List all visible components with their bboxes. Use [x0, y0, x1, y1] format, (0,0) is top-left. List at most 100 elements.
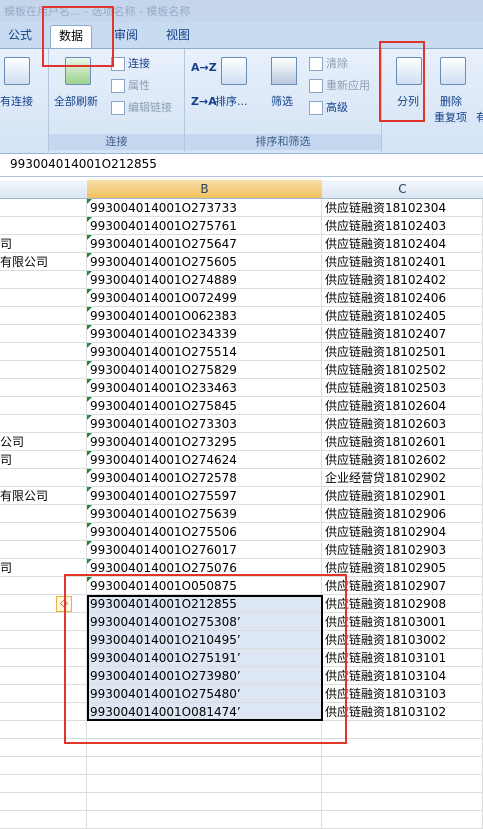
cell-c[interactable]: 供应链融资18102901 [322, 487, 483, 505]
cell-c[interactable]: 供应链融资18102604 [322, 397, 483, 415]
cell-b[interactable]: 993004014001O275597 [87, 487, 322, 505]
column-header-a[interactable] [0, 180, 88, 199]
cell-b[interactable]: 993004014001O272578 [87, 469, 322, 487]
cell-c[interactable]: 供应链融资18102501 [322, 343, 483, 361]
cell-a[interactable] [0, 397, 87, 415]
properties-button[interactable]: 属性 [111, 77, 150, 93]
cell-a[interactable] [0, 523, 87, 541]
sort-asc-button[interactable]: A→Z [191, 61, 217, 74]
cell-b[interactable]: 993004014001O275845 [87, 397, 322, 415]
cell-b[interactable]: 993004014001O274624 [87, 451, 322, 469]
cell-b[interactable]: 993004014001O275639 [87, 505, 322, 523]
empty-cell[interactable] [0, 757, 87, 775]
cell-c[interactable]: 供应链融资18102503 [322, 379, 483, 397]
cell-a[interactable] [0, 541, 87, 559]
cell-c[interactable]: 供应链融资18102407 [322, 325, 483, 343]
cell-a[interactable] [0, 217, 87, 235]
cell-b[interactable]: 993004014001O275514 [87, 343, 322, 361]
cell-b[interactable]: 993004014001O062383 [87, 307, 322, 325]
refresh-all-button[interactable]: 全部刷新 [54, 93, 98, 109]
cell-c[interactable]: 供应链融资18102601 [322, 433, 483, 451]
cell-a[interactable] [0, 325, 87, 343]
empty-cell[interactable] [87, 811, 322, 829]
cell-a[interactable] [0, 415, 87, 433]
empty-cell[interactable] [0, 775, 87, 793]
empty-cell[interactable] [87, 757, 322, 775]
clear-button[interactable]: 清除 [309, 55, 348, 71]
cell-b[interactable]: 993004014001O072499 [87, 289, 322, 307]
cell-a[interactable]: 司 [0, 235, 87, 253]
sort-desc-button[interactable]: Z→A [191, 95, 217, 108]
cell-a[interactable]: 公司 [0, 433, 87, 451]
cell-b[interactable]: 993004014001O273303 [87, 415, 322, 433]
empty-cell[interactable] [322, 775, 483, 793]
advanced-button[interactable]: 高级 [309, 99, 348, 115]
cell-b[interactable]: 993004014001O274889 [87, 271, 322, 289]
tab-view[interactable]: 视图 [158, 25, 198, 47]
cell-b[interactable]: 993004014001O275829 [87, 361, 322, 379]
cell-a[interactable] [0, 505, 87, 523]
empty-cell[interactable] [322, 811, 483, 829]
empty-cell[interactable] [87, 775, 322, 793]
cell-a[interactable] [0, 379, 87, 397]
cell-c[interactable]: 供应链融资18102904 [322, 523, 483, 541]
cell-c[interactable]: 供应链融资18102402 [322, 271, 483, 289]
formula-value: 993004014001O212855 [10, 157, 157, 171]
cell-c[interactable]: 供应链融资18102406 [322, 289, 483, 307]
cell-a[interactable] [0, 343, 87, 361]
cell-c[interactable]: 供应链融资18102906 [322, 505, 483, 523]
cell-c[interactable]: 供应链融资18102401 [322, 253, 483, 271]
cell-c[interactable]: 供应链融资18102502 [322, 361, 483, 379]
edit-links-button[interactable]: 编辑链接 [111, 99, 172, 115]
sort-button[interactable]: 排序... [215, 93, 248, 109]
empty-cell[interactable] [0, 811, 87, 829]
cell-a[interactable] [0, 289, 87, 307]
properties-icon [111, 79, 125, 93]
empty-cell[interactable] [322, 793, 483, 811]
cell-b[interactable]: 993004014001O233463 [87, 379, 322, 397]
cell-a[interactable]: 司 [0, 451, 87, 469]
cell-a[interactable] [0, 271, 87, 289]
cell-a[interactable]: 有限公司 [0, 487, 87, 505]
reapply-button[interactable]: 重新应用 [309, 77, 370, 93]
number-as-text-marker-icon [87, 523, 92, 528]
cell-b[interactable]: 993004014001O276017 [87, 541, 322, 559]
cell-a[interactable]: 有限公司 [0, 253, 87, 271]
cell-b[interactable]: 993004014001O275761 [87, 217, 322, 235]
number-as-text-marker-icon [87, 199, 92, 204]
clear-label: 清除 [326, 57, 348, 70]
cell-c[interactable]: 供应链融资18102304 [322, 199, 483, 217]
cell-b[interactable]: 993004014001O273733 [87, 199, 322, 217]
empty-cell[interactable] [0, 793, 87, 811]
remove-duplicates-button[interactable]: 删除 [440, 93, 462, 109]
number-as-text-marker-icon [87, 217, 92, 222]
empty-cell[interactable] [87, 793, 322, 811]
cell-c[interactable]: 供应链融资18102602 [322, 451, 483, 469]
cell-c[interactable]: 供应链融资18102903 [322, 541, 483, 559]
cell-a[interactable] [0, 469, 87, 487]
number-as-text-marker-icon [87, 379, 92, 384]
number-as-text-marker-icon [87, 469, 92, 474]
formula-bar[interactable]: 993004014001O212855 [0, 154, 483, 177]
cell-a[interactable] [0, 199, 87, 217]
cell-c[interactable]: 供应链融资18102404 [322, 235, 483, 253]
cell-c[interactable]: 供应链融资18102403 [322, 217, 483, 235]
cell-c[interactable]: 供应链融资18102405 [322, 307, 483, 325]
cell-c[interactable]: 供应链融资18102603 [322, 415, 483, 433]
cell-c[interactable]: 企业经营贷18102902 [322, 469, 483, 487]
cell-b[interactable]: 993004014001O275647 [87, 235, 322, 253]
cell-b[interactable]: 993004014001O234339 [87, 325, 322, 343]
column-header-c[interactable]: C [322, 180, 483, 199]
empty-cell[interactable] [322, 757, 483, 775]
filter-button[interactable]: 筛选 [271, 93, 293, 109]
cell-b[interactable]: 993004014001O275506 [87, 523, 322, 541]
column-header-b[interactable]: B [87, 180, 323, 199]
cell-a[interactable] [0, 307, 87, 325]
cell-a[interactable] [0, 361, 87, 379]
more-label: 有 [476, 111, 483, 124]
cell-b[interactable]: 993004014001O273295 [87, 433, 322, 451]
existing-connections-button[interactable]: 有连接 [0, 93, 33, 109]
cell-b[interactable]: 993004014001O275605 [87, 253, 322, 271]
tab-formulas[interactable]: 公式 [0, 25, 40, 47]
connections-button[interactable]: 连接 [111, 55, 150, 71]
